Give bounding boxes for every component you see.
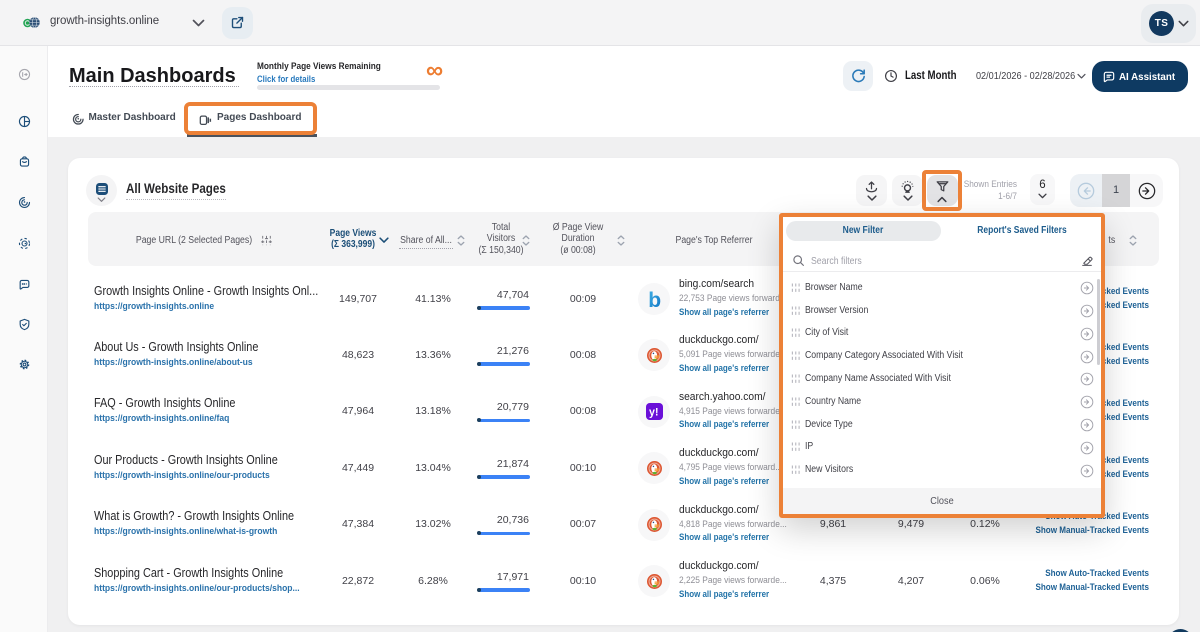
svg-text:y!: y! — [649, 407, 658, 419]
svg-text:b: b — [648, 289, 661, 312]
